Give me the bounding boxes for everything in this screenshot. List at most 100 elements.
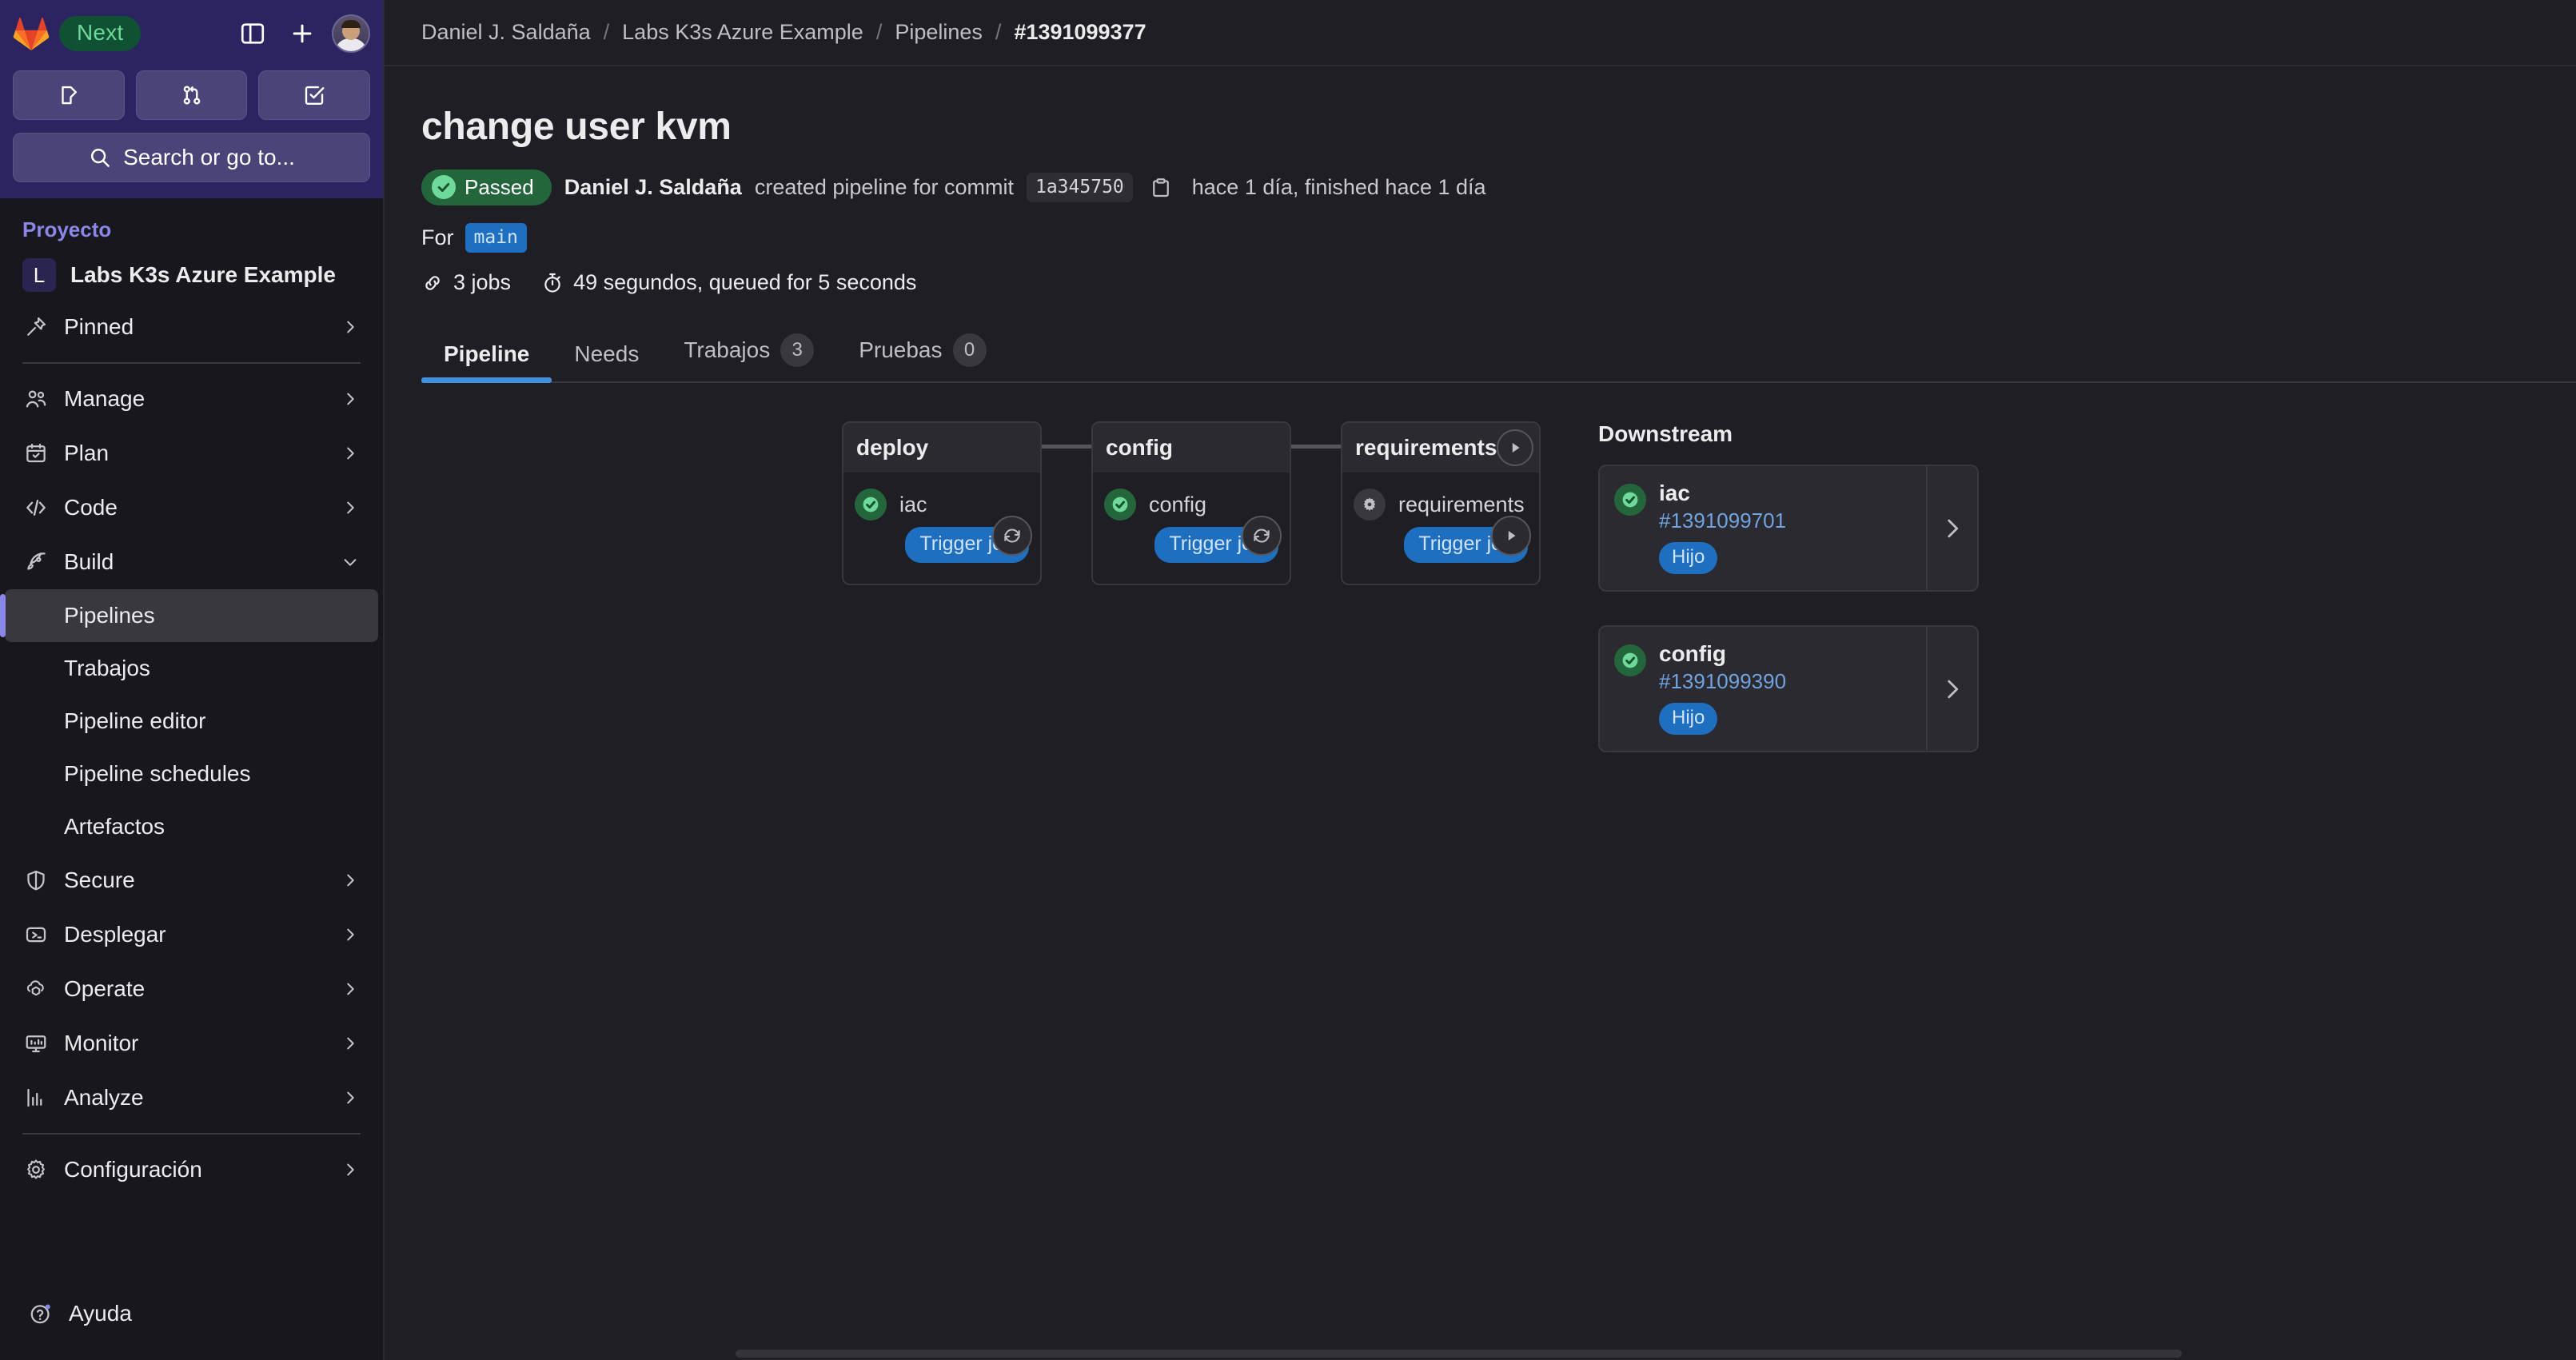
status-badge[interactable]: Passed	[421, 170, 552, 205]
stage-body: iac Trigger job	[843, 473, 1040, 584]
tab-pruebas[interactable]: Pruebas 0	[836, 322, 1008, 381]
downstream-card-main: config #1391099390 Hijo	[1600, 627, 1926, 751]
author-name[interactable]: Daniel J. Saldaña	[564, 175, 742, 199]
sidebar-item-pipelines[interactable]: Pipelines	[0, 589, 378, 642]
sidebar-item-build[interactable]: Build	[5, 535, 378, 589]
sidebar-item-trabajos[interactable]: Trabajos	[5, 642, 378, 695]
stage-config: config config Trigger job	[1091, 421, 1341, 585]
play-icon[interactable]	[1497, 429, 1534, 466]
downstream-card-iac[interactable]: iac #1391099701 Hijo	[1598, 465, 1979, 592]
sidebar-item-pipeline-schedules[interactable]: Pipeline schedules	[5, 748, 378, 800]
search-icon	[91, 148, 110, 167]
stage-connector	[1291, 421, 1341, 471]
downstream-card-config[interactable]: config #1391099390 Hijo	[1598, 625, 1979, 752]
search-input[interactable]: Search or go to...	[13, 133, 370, 182]
stage-card: deploy iac Trigger job	[842, 421, 1042, 585]
sidebar-item-secure[interactable]: Secure	[5, 853, 378, 907]
job-actions: Trigger job	[1354, 516, 1531, 563]
pin-icon	[22, 313, 50, 341]
breadcrumb-separator: /	[603, 20, 610, 44]
job-name: config	[1149, 492, 1207, 516]
gitlab-logo-icon[interactable]	[13, 16, 50, 51]
sidebar-item-pinned[interactable]: Pinned	[5, 300, 378, 354]
sidebar-item-monitor[interactable]: Monitor	[5, 1016, 378, 1071]
horizontal-scrollbar[interactable]	[385, 1347, 2576, 1360]
sidebar-item-ayuda[interactable]: Ayuda	[10, 1286, 373, 1341]
avatar[interactable]	[332, 14, 370, 53]
chevron-right-icon[interactable]	[1926, 627, 1977, 751]
monitor-icon	[22, 1030, 50, 1057]
chevron-right-icon	[340, 979, 361, 999]
sidebar-item-desplegar[interactable]: Desplegar	[5, 907, 378, 962]
sidebar-item-label: Ayuda	[69, 1301, 132, 1326]
commit-sha[interactable]: 1a345750	[1026, 173, 1133, 202]
retry-icon[interactable]	[1242, 516, 1282, 556]
stage-card: config config Trigger job	[1091, 421, 1291, 585]
job-name: iac	[899, 492, 927, 516]
pipeline-status-row: Passed Daniel J. Saldaña created pipelin…	[385, 149, 2576, 205]
tab-needs[interactable]: Needs	[552, 330, 661, 381]
stage-body: requirements Trigger job	[1342, 473, 1539, 584]
copy-icon[interactable]	[1149, 176, 1173, 200]
chevron-right-icon	[340, 924, 361, 945]
rocket-icon	[22, 548, 50, 576]
main-content: Daniel J. Saldaña / Labs K3s Azure Examp…	[385, 0, 2576, 1360]
downstream-card-texts: iac #1391099701 Hijo	[1659, 481, 1786, 574]
plus-icon[interactable]	[282, 14, 322, 54]
stage-deploy: deploy iac Trigger job	[842, 421, 1091, 585]
chevron-right-icon	[340, 443, 361, 464]
chevron-right-icon	[340, 389, 361, 409]
pipeline-author: Daniel J. Saldaña	[564, 175, 742, 200]
sidebar-item-plan[interactable]: Plan	[5, 426, 378, 481]
merge-requests-icon[interactable]	[135, 70, 248, 120]
breadcrumb-separator: /	[875, 20, 883, 44]
chevron-right-icon	[340, 497, 361, 518]
users-icon	[22, 385, 50, 413]
stage-body: config Trigger job	[1093, 473, 1290, 584]
ref-badge[interactable]: main	[465, 223, 527, 253]
status-badge-label: Passed	[465, 175, 534, 199]
play-icon[interactable]	[1491, 516, 1531, 556]
code-icon	[22, 494, 50, 521]
sidebar-toggle-icon[interactable]	[233, 14, 273, 54]
downstream-pipeline-id[interactable]: #1391099390	[1659, 669, 1786, 694]
pipeline-time: hace 1 día, finished hace 1 día	[1191, 175, 1486, 199]
deploy-icon	[22, 921, 50, 948]
sidebar-project[interactable]: L Labs K3s Azure Example	[5, 250, 378, 300]
sidebar-item-analyze[interactable]: Analyze	[5, 1071, 378, 1125]
sidebar-item-pipeline-editor[interactable]: Pipeline editor	[5, 695, 378, 748]
avatar-hair	[341, 20, 361, 28]
sidebar-item-artefactos[interactable]: Artefactos	[5, 800, 378, 853]
sidebar: Next Search or go to... Proyecto L Labs …	[0, 0, 385, 1360]
tab-label: Pipeline	[444, 341, 530, 366]
sidebar-nav-scroll: Proyecto L Labs K3s Azure Example Pinned	[0, 198, 383, 1286]
sidebar-item-code[interactable]: Code	[5, 481, 378, 535]
sidebar-item-label: Analyze	[64, 1085, 144, 1110]
retry-icon[interactable]	[992, 516, 1032, 556]
stage-header: config	[1093, 423, 1290, 473]
sidebar-item-operate[interactable]: Operate	[5, 962, 378, 1016]
shield-icon	[22, 867, 50, 894]
sidebar-divider	[22, 362, 361, 364]
downstream-pipeline-id[interactable]: #1391099701	[1659, 509, 1786, 533]
sidebar-item-label: Pinned	[64, 314, 134, 339]
jobs-count-text: 3 jobs	[453, 270, 512, 294]
sidebar-item-manage[interactable]: Manage	[5, 372, 378, 426]
cloud-pod-icon	[22, 975, 50, 1003]
chevron-right-icon	[340, 1159, 361, 1180]
breadcrumb-item-project[interactable]: Labs K3s Azure Example	[622, 20, 863, 45]
next-badge[interactable]: Next	[59, 16, 142, 51]
breadcrumb-separator: /	[995, 20, 1002, 44]
chevron-right-icon[interactable]	[1926, 466, 1977, 590]
issues-icon[interactable]	[13, 70, 125, 120]
todos-icon[interactable]	[258, 70, 371, 120]
tab-pipeline[interactable]: Pipeline	[421, 330, 552, 383]
sidebar-item-label: Build	[64, 549, 114, 574]
chevron-down-icon	[340, 552, 361, 572]
breadcrumb-item-user[interactable]: Daniel J. Saldaña	[421, 20, 591, 45]
sidebar-footer: Ayuda	[0, 1286, 383, 1360]
downstream-title: Downstream	[1598, 421, 1733, 446]
tab-trabajos[interactable]: Trabajos 3	[661, 322, 836, 381]
sidebar-item-configuracion[interactable]: Configuración	[5, 1143, 378, 1197]
breadcrumb-item-pipelines[interactable]: Pipelines	[895, 20, 983, 45]
